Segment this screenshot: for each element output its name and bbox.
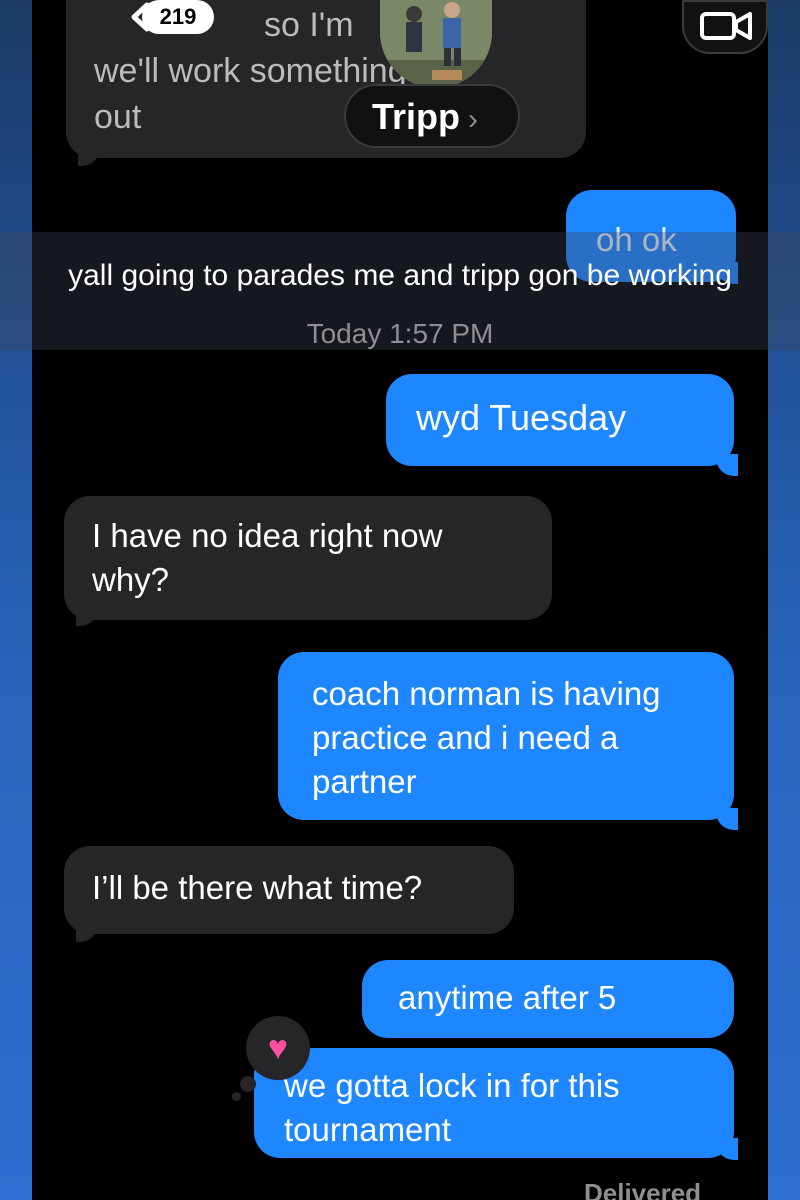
message-bubble-outgoing[interactable]: we gotta lock in for this tournament: [254, 1048, 734, 1158]
message-bubble-outgoing[interactable]: wyd Tuesday: [386, 374, 734, 466]
caption-text: yall going to parades me and tripp gon b…: [68, 259, 732, 292]
bubble-tail: [76, 920, 98, 942]
bubble-tail: [716, 1138, 738, 1160]
messages-screen: so I'm we'll work something out 219 Trip…: [32, 0, 768, 1200]
bubble-tail: [78, 144, 100, 166]
delivered-status: Delivered: [584, 1178, 702, 1200]
message-text: coach norman is having practice and i ne…: [312, 675, 661, 800]
contact-name: Tripp: [372, 96, 460, 137]
video-camera-icon: [700, 12, 752, 40]
reaction-bubble-dot: [232, 1092, 241, 1101]
message-bubble-outgoing[interactable]: coach norman is having practice and i ne…: [278, 652, 734, 820]
message-text: I’ll be there what time?: [92, 869, 423, 906]
message-text: I have no idea right now why?: [92, 517, 443, 598]
message-text: wyd Tuesday: [416, 397, 627, 438]
unread-count-badge: 219: [142, 0, 214, 34]
message-text: we gotta lock in for this tournament: [284, 1067, 620, 1148]
heart-reaction-icon[interactable]: ♥: [246, 1016, 310, 1080]
chevron-right-icon: ›: [468, 103, 478, 136]
bubble-tail: [716, 454, 738, 476]
message-bubble-outgoing[interactable]: anytime after 5: [362, 960, 734, 1038]
bubble-tail: [76, 604, 98, 626]
message-timestamp: Today 1:57 PM: [306, 318, 494, 349]
message-text: anytime after 5: [398, 979, 617, 1016]
reaction-bubble-dot: [240, 1076, 256, 1092]
message-bubble-incoming[interactable]: I have no idea right now why?: [64, 496, 552, 620]
contact-name-button[interactable]: Tripp ›: [344, 84, 520, 148]
back-button[interactable]: 219: [94, 0, 274, 40]
message-bubble-incoming[interactable]: I’ll be there what time?: [64, 846, 514, 934]
video-call-button[interactable]: [682, 0, 768, 54]
bubble-tail: [716, 808, 738, 830]
